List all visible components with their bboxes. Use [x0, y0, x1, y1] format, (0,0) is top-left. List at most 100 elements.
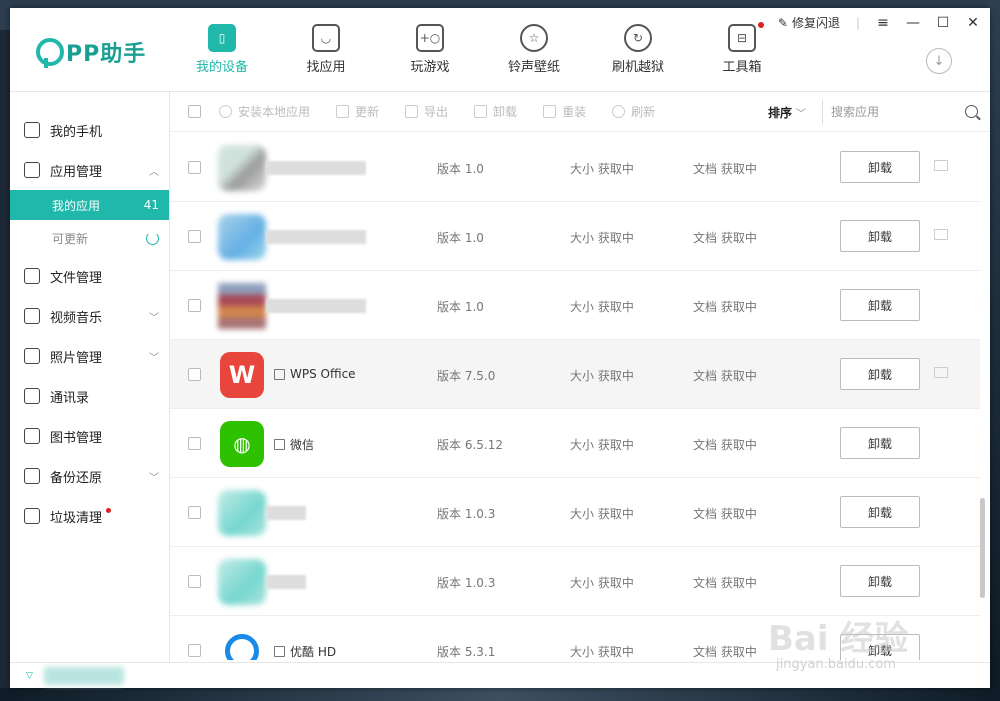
nav-label: 工具箱: [722, 60, 762, 75]
folder-icon[interactable]: [934, 367, 948, 378]
app-docs: 文档 获取中: [693, 369, 757, 383]
sidebar-subitem-my-apps[interactable]: 我的应用 41: [10, 190, 169, 220]
logo-text: PP助手: [66, 42, 147, 67]
uninstall-button[interactable]: 卸载: [840, 220, 920, 252]
app-size: 大小 获取中: [570, 231, 634, 245]
toolbar-label: 卸载: [493, 105, 518, 119]
app-size: 大小 获取中: [570, 162, 634, 176]
baidu-jingyan-watermark: Bai 经验 jingyan.baidu.com: [768, 605, 958, 685]
app-name-text: 优酷 HD: [290, 645, 337, 659]
uninstall-button[interactable]: 卸载: [840, 427, 920, 459]
app-icon: [218, 559, 266, 605]
folder-icon[interactable]: [934, 160, 948, 171]
reinstall-button[interactable]: 重装: [543, 103, 586, 120]
sort-dropdown[interactable]: 排序 ﹀: [768, 104, 806, 121]
redacted-app-name: [266, 506, 306, 520]
sidebar-subitem-label: 我的应用: [52, 198, 101, 213]
sidebar-item-label: 图书管理: [50, 430, 103, 446]
sidebar-item-video-music[interactable]: 视频音乐 ﹀: [10, 296, 169, 336]
gamepad-icon: +○: [416, 24, 444, 52]
app-version: 版本 6.5.12: [437, 438, 503, 452]
sidebar-item-books[interactable]: 图书管理: [10, 416, 169, 456]
notification-dot: [106, 508, 111, 513]
trash-icon: [474, 105, 488, 118]
row-checkbox[interactable]: [188, 161, 201, 174]
download-icon[interactable]: ↓: [926, 48, 952, 74]
backup-icon: [24, 468, 40, 484]
row-checkbox[interactable]: [188, 368, 201, 381]
uninstall-toolbar-button[interactable]: 卸载: [474, 103, 517, 120]
bag-icon: [24, 162, 40, 178]
minimize-icon[interactable]: —: [906, 15, 920, 31]
row-checkbox[interactable]: [188, 299, 201, 312]
uninstall-button[interactable]: 卸载: [840, 289, 920, 321]
sidebar-subitem-label: 可更新: [52, 231, 89, 246]
nav-find-apps[interactable]: ◡ 找应用: [274, 24, 378, 75]
app-version: 版本 1.0: [437, 300, 484, 314]
sidebar-item-contacts[interactable]: 通讯录: [10, 376, 169, 416]
scrollbar[interactable]: [980, 498, 985, 598]
row-checkbox[interactable]: [188, 506, 201, 519]
uninstall-button[interactable]: 卸载: [840, 496, 920, 528]
sidebar-item-photo-management[interactable]: 照片管理 ﹀: [10, 336, 169, 376]
refresh-circle-icon: ↻: [624, 24, 652, 52]
contacts-icon: [24, 388, 40, 404]
sidebar-item-app-management[interactable]: 应用管理 ︿: [10, 150, 169, 190]
notification-dot: [758, 22, 764, 28]
nav-flash-jailbreak[interactable]: ↻ 刷机越狱: [586, 24, 690, 75]
folder-icon[interactable]: [934, 229, 948, 240]
app-size: 大小 获取中: [570, 438, 634, 452]
select-all-checkbox[interactable]: [188, 105, 201, 118]
nav-games[interactable]: +○ 玩游戏: [378, 24, 482, 75]
nav-label: 我的设备: [195, 60, 248, 75]
nav-toolbox[interactable]: ⊟ 工具箱: [690, 22, 794, 75]
nav-label: 刷机越狱: [611, 60, 664, 75]
nav-ringtones[interactable]: ☆ 铃声壁纸: [482, 24, 586, 75]
menu-icon[interactable]: ≡: [876, 15, 890, 31]
sort-label: 排序: [768, 106, 793, 120]
chevron-down-icon: ﹀: [149, 312, 159, 324]
refresh-icon: [612, 105, 626, 118]
export-icon: [405, 105, 419, 118]
repair-button[interactable]: ✎ 修复闪退: [778, 14, 840, 31]
sidebar: 我的手机 应用管理 ︿ 我的应用 41 可更新 文件管理 视频音乐 ﹀ 照片管理…: [10, 92, 170, 662]
update-button[interactable]: 更新: [336, 103, 379, 120]
search-icon[interactable]: [965, 105, 978, 118]
nav-label: 玩游戏: [410, 60, 450, 75]
row-checkbox[interactable]: [188, 437, 201, 450]
window-controls: ✎ 修复闪退 | ≡ — ☐ ✕: [778, 14, 980, 31]
main-nav: ▯ 我的设备 ◡ 找应用 +○ 玩游戏 ☆ 铃声壁纸 ↻ 刷机越狱 ⊟ 工具箱: [170, 22, 794, 75]
app-version: 版本 7.5.0: [437, 369, 496, 383]
sidebar-item-my-phone[interactable]: 我的手机: [10, 110, 169, 150]
nav-my-device[interactable]: ▯ 我的设备: [170, 24, 274, 75]
app-name-text: WPS Office: [290, 367, 356, 381]
sidebar-subitem-updatable[interactable]: 可更新: [10, 220, 169, 256]
pp-logo-icon: [36, 38, 64, 68]
uninstall-button[interactable]: 卸载: [840, 358, 920, 390]
phone-icon: [24, 122, 40, 138]
app-size: 大小 获取中: [570, 576, 634, 590]
app-icon: [218, 145, 266, 191]
sidebar-item-backup-restore[interactable]: 备份还原 ﹀: [10, 456, 169, 496]
logo: PP助手: [36, 36, 146, 68]
maximize-icon[interactable]: ☐: [936, 15, 950, 31]
uninstall-button[interactable]: 卸载: [840, 565, 920, 597]
row-checkbox[interactable]: [188, 575, 201, 588]
install-local-button[interactable]: 安装本地应用: [219, 103, 310, 120]
close-icon[interactable]: ✕: [966, 15, 980, 31]
row-checkbox[interactable]: [188, 644, 201, 657]
search-input[interactable]: [822, 100, 982, 124]
sidebar-item-label: 照片管理: [50, 350, 103, 366]
expand-triangle-icon[interactable]: ▽: [26, 671, 33, 681]
pp-assistant-window: PP助手 ▯ 我的设备 ◡ 找应用 +○ 玩游戏 ☆ 铃声壁纸 ↻ 刷机越狱 ⊟…: [10, 8, 990, 688]
refresh-button[interactable]: 刷新: [612, 103, 655, 120]
export-button[interactable]: 导出: [405, 103, 448, 120]
sidebar-item-junk-clean[interactable]: 垃圾清理: [10, 496, 169, 536]
app-version: 版本 1.0: [437, 162, 484, 176]
row-checkbox[interactable]: [188, 230, 201, 243]
uninstall-button[interactable]: 卸载: [840, 151, 920, 183]
wps-office-icon: W: [220, 352, 264, 398]
toolbar-label: 刷新: [631, 105, 656, 119]
app-row: ◍ 微信 版本 6.5.12 大小 获取中 文档 获取中 卸载: [170, 409, 980, 478]
sidebar-item-file-management[interactable]: 文件管理: [10, 256, 169, 296]
